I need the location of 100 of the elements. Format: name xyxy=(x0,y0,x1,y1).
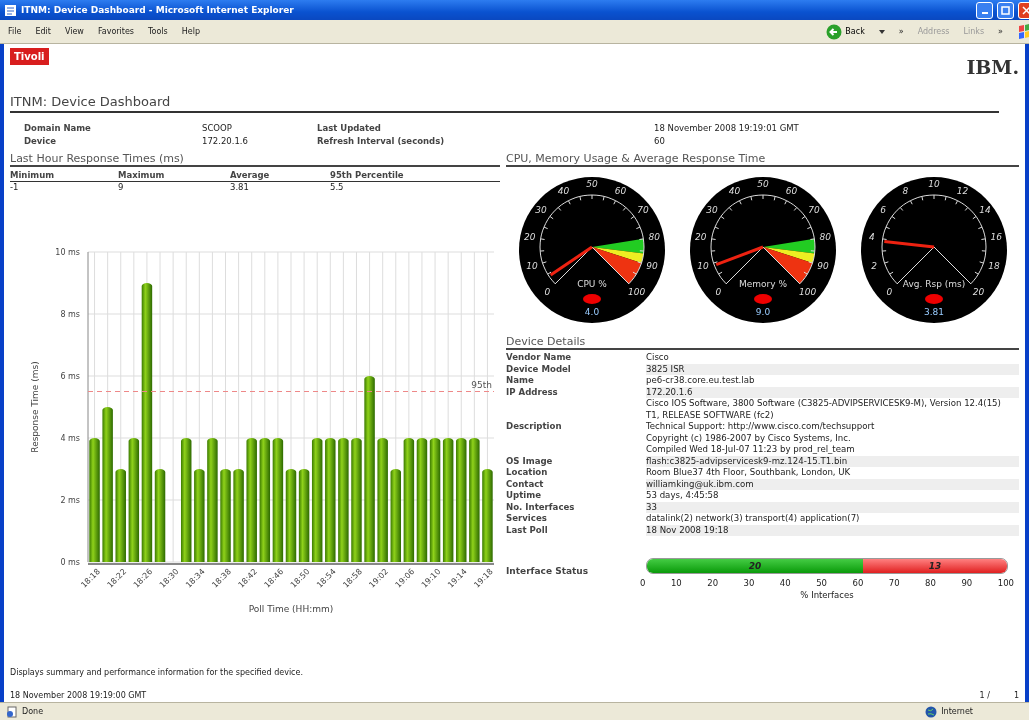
detail-label: Location xyxy=(506,467,549,479)
axis-tick-label: 100 xyxy=(997,578,1014,588)
field-value: 18 November 2008 19:19:01 GMT xyxy=(654,123,800,133)
detail-value: T1, RELEASE SOFTWARE (fc2) xyxy=(646,409,775,421)
gauge-scale-label: 90 xyxy=(645,261,658,272)
field-value: 60 xyxy=(654,136,666,146)
page-count: 1 xyxy=(1013,691,1019,700)
detail-value: 53 days, 4:45:58 xyxy=(646,490,720,502)
detail-value: 33 xyxy=(646,501,658,513)
alarm-lamp-icon xyxy=(924,294,943,304)
detail-label: Name xyxy=(506,375,535,387)
detail-label: Description xyxy=(506,421,563,433)
field-label: Refresh Interval (seconds) xyxy=(317,136,446,146)
gauge-scale-label: 100 xyxy=(798,286,816,297)
address-label: Address xyxy=(917,27,950,36)
y-tick-label: 6 ms xyxy=(60,372,80,381)
gauge-scale-label: 16 xyxy=(990,232,1002,243)
detail-value: Technical Support: http://www.cisco.com/techsupport xyxy=(646,421,876,433)
y-tick-label: 4 ms xyxy=(60,434,80,443)
axis-title: % Interfaces xyxy=(799,590,855,600)
field-value: 172.20.1.6 xyxy=(202,136,249,146)
axis-tick-label: 0 xyxy=(640,578,646,588)
y-tick-label: 8 ms xyxy=(60,310,80,319)
windows-flag-icon xyxy=(1017,22,1029,41)
gauge-reading: 4.0 xyxy=(584,307,599,317)
maximize-button[interactable] xyxy=(997,1,1014,19)
table-cell-text: 9 xyxy=(118,182,125,192)
gauge-scale-label: 4 xyxy=(868,232,875,243)
menu-item[interactable]: View xyxy=(64,27,84,36)
gauge-scale-label: 40 xyxy=(557,185,569,196)
interfaces-up-segment: 20 xyxy=(647,559,863,573)
gauge-needle xyxy=(715,245,764,267)
axis-tick-label: 50 xyxy=(816,578,827,588)
gauge-scale-label: 40 xyxy=(728,185,740,196)
gauge-scale-label: 50 xyxy=(585,179,598,189)
gauge-scale-label: 80 xyxy=(819,232,831,243)
gauge-scale-label: 14 xyxy=(978,204,991,215)
gauge-scale-label: 80 xyxy=(648,232,660,243)
gauge-scale-label: 12 xyxy=(956,185,968,196)
toolbar-chevron[interactable]: » xyxy=(998,27,1003,36)
menu-item[interactable]: Tools xyxy=(148,27,168,36)
detail-value: flash:c3825-advipservicesk9-mz.124-15.T1.bin xyxy=(646,455,849,467)
maximize-icon xyxy=(1001,5,1010,15)
detail-value: 18 Nov 2008 19:18 xyxy=(646,524,730,536)
gauge-label: Avg. Rsp (ms) xyxy=(902,279,965,289)
axis-tick-label: 80 xyxy=(925,578,936,588)
field-label: Domain Name xyxy=(24,123,92,133)
menu-item[interactable]: Edit xyxy=(35,27,51,36)
gauge-scale-label: 10 xyxy=(525,261,538,272)
page-icon xyxy=(6,705,18,718)
gauge-scale-label: 10 xyxy=(696,261,709,272)
gauge-scale-label: 6 xyxy=(879,204,886,215)
detail-value: 172.20.1.6 xyxy=(646,386,694,398)
detail-label: Interface Status xyxy=(506,565,590,576)
page-number: 1 / xyxy=(979,691,990,700)
y-tick-label: 0 ms xyxy=(60,558,80,567)
gauge-scale-label: 0 xyxy=(544,286,550,297)
axis-tick-label: 30 xyxy=(743,578,755,588)
detail-label: No. Interfaces xyxy=(506,501,576,513)
detail-value: 3825 ISR xyxy=(646,363,686,375)
gauge-scale-label: 0 xyxy=(886,286,892,297)
section-title: CPU, Memory Usage & Average Response Time xyxy=(506,152,1019,167)
menu-item[interactable]: Help xyxy=(181,27,200,36)
menu-item[interactable]: Favorites xyxy=(97,27,134,36)
window-title: ITNM: Device Dashboard - Microsoft Internet Explorer xyxy=(21,5,295,15)
gauge-scale-label: 2 xyxy=(870,261,877,272)
detail-label: Vendor Name xyxy=(506,352,573,364)
browser-icon xyxy=(4,3,17,17)
gauge-label: Memory % xyxy=(738,279,787,289)
minimize-button[interactable] xyxy=(976,1,993,19)
table-cell-text: 5.5 xyxy=(330,182,345,192)
gauge-scale-label: 20 xyxy=(694,232,706,243)
gauge-needle xyxy=(549,245,593,277)
gauge-needle xyxy=(883,239,934,249)
back-button[interactable]: Back xyxy=(826,23,865,40)
detail-value: Copyright (c) 1986-2007 by Cisco Systems, Inc. xyxy=(646,432,852,444)
axis-tick-label: 60 xyxy=(852,578,864,588)
detail-label: Last Poll xyxy=(506,524,549,536)
alarm-lamp-icon xyxy=(582,294,601,304)
gauge-scale-label: 50 xyxy=(756,179,769,189)
detail-value: Compiled Wed 18-Jul-07 11:23 by prod_rel_team xyxy=(646,444,856,456)
detail-value: pe6-cr38.core.eu.test.lab xyxy=(646,375,756,387)
axis-tick-label: 90 xyxy=(961,578,973,588)
menu-item[interactable]: File xyxy=(8,27,22,36)
detail-value: datalink(2) network(3) transport(4) application(7) xyxy=(646,513,861,525)
caret-icon[interactable] xyxy=(878,29,885,34)
gauge-scale-label: 30 xyxy=(705,204,718,215)
toolbar-chevron[interactable]: » xyxy=(898,27,904,36)
gauge-scale-label: 0 xyxy=(715,286,721,297)
axis-tick-label: 10 xyxy=(670,578,682,588)
gauge-scale-label: 10 xyxy=(927,179,940,189)
axis-tick-label: 40 xyxy=(779,578,791,588)
field-value: SCOOP xyxy=(202,123,233,133)
field-label: Device xyxy=(24,136,58,146)
detail-label: Device Model xyxy=(506,363,572,375)
detail-value: Cisco IOS Software, 3800 Software (C3825-ADVIPSERVICESK9-M), Version 12.4(15) xyxy=(646,398,1002,410)
field-label: Last Updated xyxy=(317,123,382,133)
gauge-reading: 3.81 xyxy=(923,307,944,317)
gauge-label: CPU % xyxy=(576,279,607,289)
tivoli-badge: Tivoli xyxy=(10,48,49,65)
